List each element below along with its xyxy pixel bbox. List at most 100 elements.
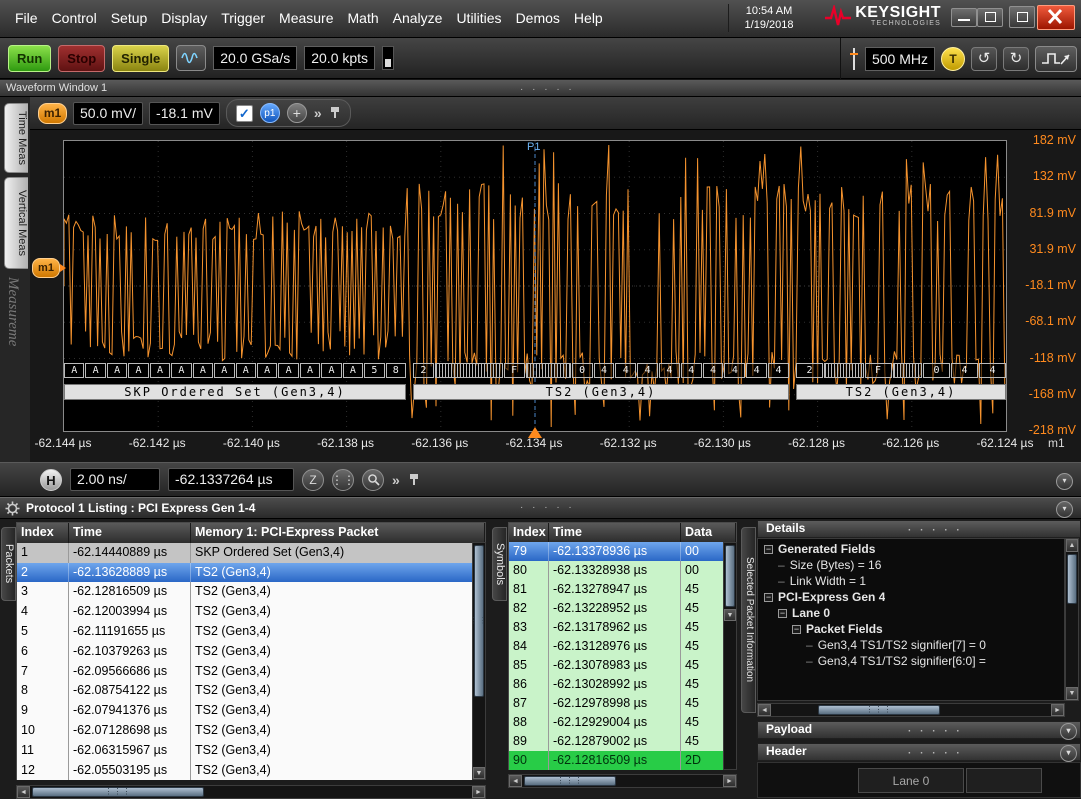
zoom-magnifier-icon[interactable] (362, 469, 384, 491)
symbol-row[interactable]: 85-62.13078983 µs45 (509, 656, 736, 675)
tree-item[interactable]: −Packet Fields (758, 621, 1064, 637)
timebase-scale-field[interactable]: 2.00 ns/ (70, 468, 160, 491)
close-icon[interactable] (1037, 5, 1075, 30)
sample-rate-field[interactable]: 20.0 GSa/s (213, 46, 297, 70)
packet-row[interactable]: 2-62.13628889 µsTS2 (Gen3,4) (17, 563, 485, 583)
tree-expander-icon[interactable]: − (764, 545, 773, 554)
menu-item-trigger[interactable]: Trigger (214, 0, 272, 36)
tree-item[interactable]: −PCI-Express Gen 4 (758, 589, 1064, 605)
restore-button-2[interactable] (1009, 6, 1035, 28)
scroll-up-icon[interactable]: ▲ (1066, 539, 1078, 552)
tab-symbols[interactable]: Symbols (492, 527, 507, 601)
packet-row[interactable]: 11-62.06315967 µsTS2 (Gen3,4) (17, 741, 485, 761)
collapse-chevron-icon[interactable]: ▾ (1056, 473, 1073, 490)
menu-item-help[interactable]: Help (567, 0, 610, 36)
stop-button[interactable]: Stop (58, 45, 105, 72)
tree-item[interactable]: −Generated Fields (758, 541, 1064, 557)
waveform-window-titlebar[interactable]: Waveform Window 1 · · · · · (0, 80, 1081, 97)
redo-icon[interactable]: ↻ (1003, 47, 1029, 71)
vertical-scale-field[interactable]: 50.0 mV/ (73, 102, 143, 125)
scroll-left-icon[interactable]: ◄ (17, 786, 30, 798)
tree-item[interactable]: −Lane 0 (758, 605, 1064, 621)
zoom-reset-icon[interactable]: Z (302, 469, 324, 491)
waveform-plot[interactable]: AAAAAAAAAAAAAA58SKP Ordered Set (Gen3,4)… (63, 140, 1007, 432)
collapse-chevron-icon[interactable]: ▾ (1056, 501, 1073, 518)
symbols-horizontal-scrollbar[interactable]: ◄ ⋮⋮⋮ ► (508, 774, 737, 788)
horizontal-setup-icon[interactable] (176, 45, 206, 71)
scroll-left-icon[interactable]: ◄ (758, 704, 771, 716)
packet-row[interactable]: 7-62.09566686 µsTS2 (Gen3,4) (17, 662, 485, 682)
drag-handle[interactable]: · · · · · (520, 82, 575, 98)
menu-item-measure[interactable]: Measure (272, 0, 340, 36)
cursor-dots-icon[interactable]: ⋮⋮ (332, 469, 354, 491)
gear-icon[interactable] (5, 501, 20, 516)
p1-probe-badge[interactable]: p1 (260, 103, 280, 123)
packet-row[interactable]: 5-62.11191655 µsTS2 (Gen3,4) (17, 622, 485, 642)
add-marker-icon[interactable]: + (287, 103, 307, 123)
tree-expander-icon[interactable]: − (778, 609, 787, 618)
restore-button[interactable] (977, 8, 1003, 27)
scroll-left-icon[interactable]: ◄ (509, 775, 522, 787)
tree-expander-icon[interactable]: − (764, 593, 773, 602)
expand-chevrons-icon[interactable]: » (314, 105, 322, 121)
tab-vertical-meas[interactable]: Vertical Meas (4, 177, 28, 269)
collapse-chevron-icon[interactable]: ▾ (1060, 723, 1077, 740)
symbol-row[interactable]: 88-62.12929004 µs45 (509, 713, 736, 732)
symbol-row[interactable]: 80-62.13328938 µs00 (509, 561, 736, 580)
timebase-position-field[interactable]: -62.1337264 µs (168, 468, 294, 491)
packet-row[interactable]: 8-62.08754122 µsTS2 (Gen3,4) (17, 681, 485, 701)
symbol-row[interactable]: 83-62.13178962 µs45 (509, 618, 736, 637)
tree-item[interactable]: –Gen3,4 TS1/TS2 signifier[7] = 0 (758, 637, 1064, 653)
drag-handle[interactable]: · · · · · (908, 746, 963, 761)
packet-row[interactable]: 10-62.07128698 µsTS2 (Gen3,4) (17, 721, 485, 741)
menu-item-analyze[interactable]: Analyze (386, 0, 450, 36)
pin-icon[interactable] (329, 106, 341, 120)
symbol-row[interactable]: 89-62.12879002 µs45 (509, 732, 736, 751)
m1-source-marker[interactable]: m1 (32, 258, 60, 278)
collapse-chevron-icon[interactable]: ▾ (1060, 745, 1077, 762)
tree-item[interactable]: –Link Width = 1 (758, 573, 1064, 589)
details-header-bar[interactable]: Details · · · · · (757, 520, 1081, 538)
scroll-down-icon[interactable]: ▼ (473, 767, 485, 779)
packet-row[interactable]: 6-62.10379263 µsTS2 (Gen3,4) (17, 642, 485, 662)
menu-item-file[interactable]: File (8, 0, 45, 36)
minimize-button[interactable] (951, 8, 977, 27)
single-button[interactable]: Single (112, 45, 169, 72)
symbol-row[interactable]: 81-62.13278947 µs45 (509, 580, 736, 599)
menu-item-utilities[interactable]: Utilities (449, 0, 508, 36)
expand-chevrons-icon[interactable]: » (392, 472, 400, 488)
header-header-bar[interactable]: Header · · · · · ▾ (757, 743, 1081, 761)
m1-channel-badge[interactable]: m1 (38, 103, 67, 124)
symbol-row[interactable]: 87-62.12978998 µs45 (509, 694, 736, 713)
menu-item-setup[interactable]: Setup (104, 0, 155, 36)
drag-handle[interactable]: · · · · · (908, 724, 963, 739)
vertical-offset-field[interactable]: -18.1 mV (149, 102, 220, 125)
trigger-time-marker[interactable] (528, 427, 542, 438)
packet-row[interactable]: 4-62.12003994 µsTS2 (Gen3,4) (17, 602, 485, 622)
tab-time-meas[interactable]: Time Meas (4, 103, 28, 173)
symbol-row[interactable]: 82-62.13228952 µs45 (509, 599, 736, 618)
details-vertical-scrollbar[interactable]: ▲ ▼ (1065, 538, 1079, 701)
packet-row[interactable]: 12-62.05503195 µsTS2 (Gen3,4) (17, 761, 485, 781)
trigger-badge[interactable]: T (941, 47, 965, 71)
menu-item-display[interactable]: Display (154, 0, 214, 36)
lane-selector-secondary[interactable] (966, 768, 1042, 793)
scroll-down-icon[interactable]: ▼ (1066, 687, 1078, 700)
drag-handle[interactable]: · · · · · (520, 502, 575, 513)
scroll-right-icon[interactable]: ► (723, 775, 736, 787)
tree-item[interactable]: –Gen3,4 TS1/TS2 signifier[6:0] = (758, 653, 1064, 669)
symbol-row[interactable]: 90-62.12816509 µs2D (509, 751, 736, 770)
packet-row[interactable]: 1-62.14440889 µsSKP Ordered Set (Gen3,4) (17, 543, 485, 563)
menu-item-math[interactable]: Math (341, 0, 386, 36)
symbol-row[interactable]: 84-62.13128976 µs45 (509, 637, 736, 656)
scroll-right-icon[interactable]: ► (472, 786, 485, 798)
horizontal-badge[interactable]: H (40, 469, 62, 491)
scroll-right-icon[interactable]: ► (1051, 704, 1064, 716)
memory-depth-field[interactable]: 20.0 kpts (304, 46, 375, 70)
autoscale-icon[interactable] (1035, 46, 1077, 72)
packets-vertical-scrollbar[interactable]: ⋮⋮ ▼ (472, 542, 486, 780)
symbol-row[interactable]: 79-62.13378936 µs00 (509, 542, 736, 561)
trigger-bandwidth-field[interactable]: 500 MHz (865, 47, 935, 71)
tree-item[interactable]: –Size (Bytes) = 16 (758, 557, 1064, 573)
run-button[interactable]: Run (8, 45, 51, 72)
